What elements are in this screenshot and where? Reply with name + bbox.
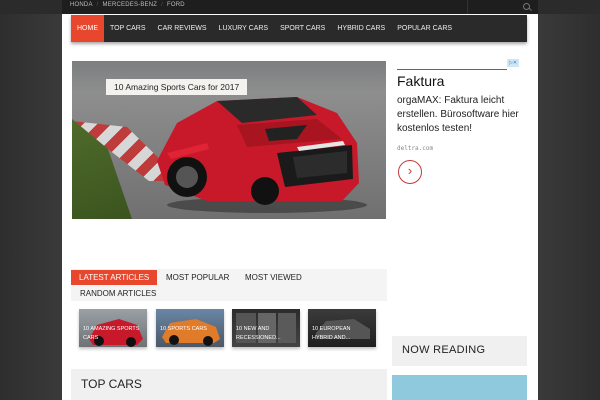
ad-domain[interactable]: deltra.com: [397, 145, 433, 152]
top-bar: HONDA / MERCEDES-BENZ / FORD: [62, 0, 538, 14]
ad-divider: [397, 69, 507, 70]
article-thumbnail[interactable]: 10 NEW AND RECESSIONED...: [232, 309, 300, 347]
nav-item-popular-cars[interactable]: POPULAR CARS: [391, 15, 458, 42]
brand-links: HONDA / MERCEDES-BENZ / FORD: [70, 2, 185, 8]
search-icon[interactable]: [523, 3, 530, 10]
thumbnail-row: 10 AMAZING SPORTS CARS 10 SPORTS CARS 10…: [79, 309, 379, 347]
brand-link-mercedes[interactable]: MERCEDES-BENZ: [103, 2, 158, 8]
nav-item-car-reviews[interactable]: CAR REVIEWS: [152, 15, 213, 42]
ad-choices-icon[interactable]: ▷✕: [507, 59, 519, 67]
nav-item-hybrid-cars[interactable]: HYBRID CARS: [331, 15, 391, 42]
top-cars-section-header: TOP CARS: [71, 369, 387, 400]
ad-copy[interactable]: orgaMAX: Faktura leicht erstellen. Büros…: [397, 94, 522, 136]
page-background-left: [0, 14, 62, 400]
tab-random-articles[interactable]: RANDOM ARTICLES: [72, 286, 164, 301]
featured-slider[interactable]: 10 Amazing Sports Cars for 2017: [72, 61, 386, 219]
article-thumbnail[interactable]: 10 EUROPEAN HYBRID AND...: [308, 309, 376, 347]
now-reading-widget: NOW READING: [392, 336, 527, 366]
thumbnail-caption[interactable]: 10 SPORTS CARS: [160, 325, 220, 334]
link-separator: /: [96, 2, 99, 8]
article-thumbnail[interactable]: 10 AMAZING SPORTS CARS: [79, 309, 147, 347]
page-content: HOME TOP CARS CAR REVIEWS LUXURY CARS SP…: [62, 14, 538, 400]
article-tabs: LATEST ARTICLES MOST POPULAR MOST VIEWED…: [71, 269, 387, 301]
main-nav: HOME TOP CARS CAR REVIEWS LUXURY CARS SP…: [71, 15, 527, 42]
link-separator: /: [161, 2, 164, 8]
tab-most-viewed[interactable]: MOST VIEWED: [237, 270, 310, 285]
now-reading-title: NOW READING: [402, 344, 486, 356]
page-background-right: [538, 14, 600, 400]
nav-item-top-cars[interactable]: TOP CARS: [104, 15, 152, 42]
ad-brand[interactable]: Faktura: [397, 73, 444, 89]
ad-banner[interactable]: ▷✕ Faktura orgaMAX: Faktura leicht erste…: [395, 59, 525, 189]
nav-item-home[interactable]: HOME: [71, 15, 104, 42]
tab-most-popular[interactable]: MOST POPULAR: [158, 270, 237, 285]
brand-link-ford[interactable]: FORD: [167, 2, 185, 8]
top-cars-title: TOP CARS: [81, 377, 142, 391]
ad-arrow-icon[interactable]: ›: [398, 160, 422, 184]
thumbnail-caption[interactable]: 10 EUROPEAN HYBRID AND...: [312, 325, 372, 343]
sidebar-image-panel: [392, 375, 527, 400]
tab-latest-articles[interactable]: LATEST ARTICLES: [71, 270, 158, 285]
nav-item-luxury-cars[interactable]: LUXURY CARS: [213, 15, 275, 42]
hero-caption[interactable]: 10 Amazing Sports Cars for 2017: [106, 79, 248, 95]
nav-item-sport-cars[interactable]: SPORT CARS: [274, 15, 331, 42]
search-box[interactable]: [467, 0, 538, 14]
article-thumbnail[interactable]: 10 SPORTS CARS: [156, 309, 224, 347]
brand-link-honda[interactable]: HONDA: [70, 2, 93, 8]
thumbnail-caption[interactable]: 10 AMAZING SPORTS CARS: [83, 325, 143, 343]
thumbnail-caption[interactable]: 10 NEW AND RECESSIONED...: [236, 325, 296, 343]
hero-car-image: [157, 97, 367, 213]
